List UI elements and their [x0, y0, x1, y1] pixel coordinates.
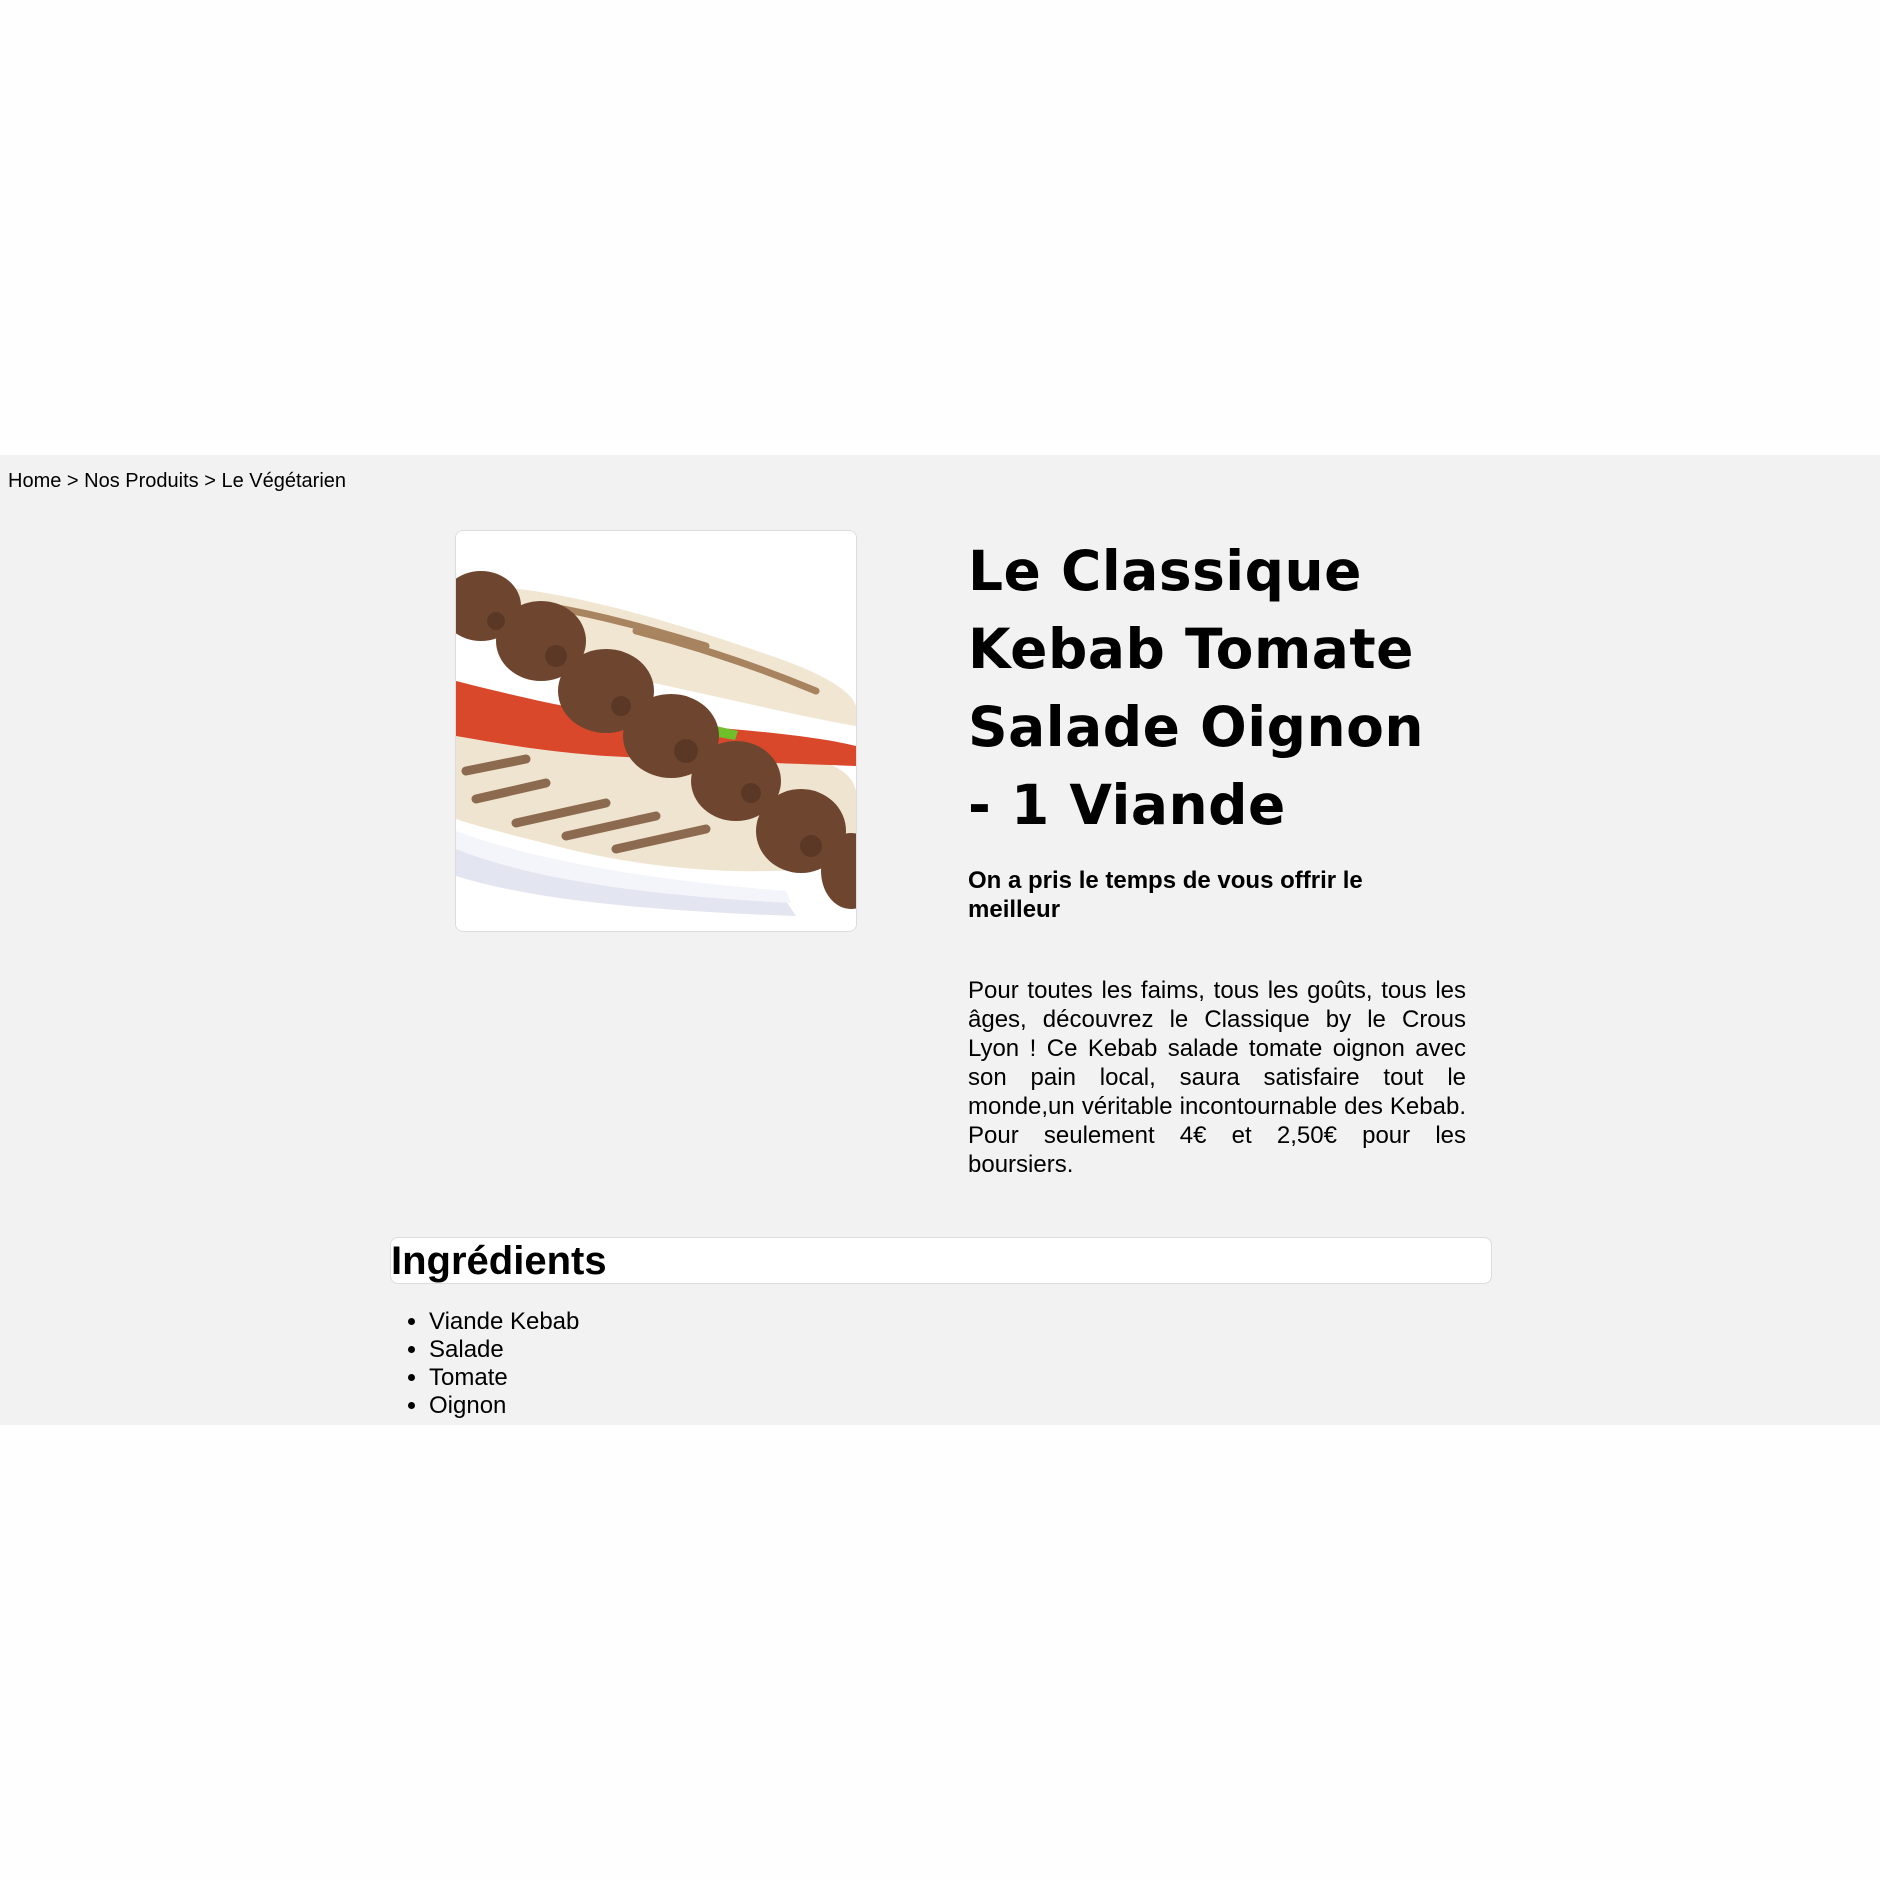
breadcrumb-separator: > — [204, 470, 216, 492]
breadcrumb-home-link[interactable]: Home — [8, 470, 61, 492]
list-item: Viande Kebab — [429, 1308, 579, 1336]
list-item: Oignon — [429, 1392, 579, 1420]
ingredients-list: Viande Kebab Salade Tomate Oignon — [390, 1308, 579, 1420]
ingredients-header-box: Ingrédients — [390, 1237, 1492, 1284]
product-tagline: On a pris le temps de vous offrir le mei… — [968, 867, 1363, 923]
breadcrumb-current: Le Végétarien — [221, 470, 347, 492]
list-item: Salade — [429, 1336, 579, 1364]
breadcrumb-products-link[interactable]: Nos Produits — [84, 470, 199, 492]
product-title: Le Classique Kebab Tomate Salade Oignon … — [968, 539, 1425, 837]
product-image-card — [455, 530, 857, 932]
breadcrumb-separator: > — [66, 470, 79, 492]
kebab-sandwich-image — [456, 531, 856, 931]
breadcrumb: Home > Nos Produits > Le Végétarien — [8, 468, 346, 494]
ingredients-title: Ingrédients — [391, 1239, 607, 1283]
page: Home > Nos Produits > Le Végétarien Le C… — [0, 0, 1880, 1880]
list-item: Tomate — [429, 1364, 579, 1392]
product-description: Pour toutes les faims, tous les goûts, t… — [968, 977, 1466, 1178]
